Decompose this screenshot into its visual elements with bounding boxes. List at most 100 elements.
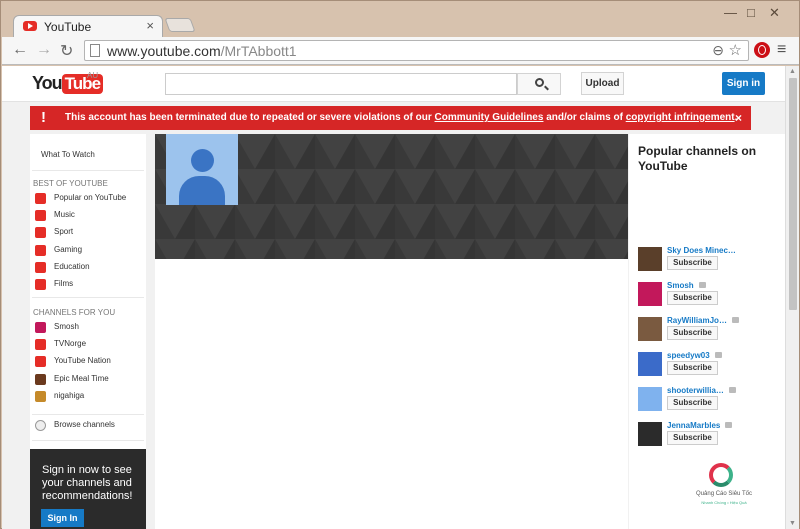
channel-name-text: RayWilliamJo… <box>667 316 727 325</box>
forward-icon[interactable]: → <box>36 41 52 59</box>
scrollbar[interactable]: ▲ ▼ <box>785 66 799 529</box>
what-to-watch-link[interactable]: What To Watch <box>41 150 95 159</box>
channel-avatar <box>166 134 238 205</box>
channel-name-text: speedyw03 <box>667 351 710 360</box>
alert-text-2: and/or claims of <box>543 112 626 123</box>
sidebar-item-music[interactable]: Music <box>33 208 145 224</box>
popular-channels-title: Popular channels on YouTube <box>638 144 757 173</box>
sidebar-item-education[interactable]: Education <box>33 260 145 276</box>
youtube-logo[interactable]: You Tube AU <box>32 71 104 94</box>
promo-sign-in-button[interactable]: Sign In <box>41 509 84 527</box>
channel-name[interactable]: Sky Does Minec… <box>667 246 736 255</box>
scroll-up-icon[interactable]: ▲ <box>789 68 796 75</box>
subscribe-button[interactable]: Subscribe <box>667 326 718 340</box>
tvnorge-icon <box>35 339 46 351</box>
sidebar-item-nigahiga[interactable]: nigahiga <box>33 389 145 405</box>
channel-thumbnail[interactable] <box>638 387 662 411</box>
alert-text-1: This account has been terminated due to … <box>65 112 435 123</box>
tab-youtube[interactable]: YouTube × <box>13 15 163 37</box>
verified-icon <box>714 352 722 358</box>
sidebar-item-label: Smosh <box>54 322 79 331</box>
divider <box>32 414 144 415</box>
alert-message: This account has been terminated due to … <box>65 106 737 130</box>
sidebar-item-gaming[interactable]: Gaming <box>33 243 145 259</box>
verified-icon <box>698 282 706 288</box>
subscribe-button[interactable]: Subscribe <box>667 256 718 270</box>
avatar-head-icon <box>191 149 214 172</box>
opera-extension-icon[interactable] <box>754 42 770 58</box>
popular-channel-item: shooterwillia… Subscribe <box>638 386 783 419</box>
sidebar-item-sport[interactable]: Sport <box>33 225 145 241</box>
sidebar-item-tvnorge[interactable]: TVNorge <box>33 337 145 353</box>
sidebar-item-label: Education <box>54 261 90 271</box>
alert-close-icon[interactable]: × <box>735 106 742 130</box>
search-button[interactable] <box>517 73 561 95</box>
browse-channels-label: Browse channels <box>54 420 115 429</box>
browse-channels-link[interactable]: Browse channels <box>33 418 145 434</box>
channel-name[interactable]: shooterwillia… <box>667 386 736 395</box>
channel-name[interactable]: JennaMarbles <box>667 421 733 430</box>
subscribe-button[interactable]: Subscribe <box>667 431 718 445</box>
channel-thumbnail[interactable] <box>638 317 662 341</box>
channel-thumbnail[interactable] <box>638 282 662 306</box>
channel-thumbnail[interactable] <box>638 247 662 271</box>
title-bar: YouTube × — □ ✕ <box>1 1 800 37</box>
subscribe-button[interactable]: Subscribe <box>667 361 718 375</box>
guide-sidebar: What To Watch BEST OF YOUTUBE Popular on… <box>30 134 146 529</box>
scrollbar-thumb[interactable] <box>789 78 797 310</box>
logo-you: You <box>32 73 63 93</box>
community-guidelines-link[interactable]: Community Guidelines <box>435 112 544 123</box>
channel-name[interactable]: RayWilliamJo… <box>667 316 739 325</box>
avatar-body-icon <box>179 176 225 205</box>
channel-main <box>155 134 628 529</box>
channel-thumbnail[interactable] <box>638 422 662 446</box>
youtube-nation-icon <box>35 356 46 368</box>
page-icon <box>90 44 100 57</box>
upload-button[interactable]: Upload <box>581 72 624 95</box>
epic-meal-time-icon <box>35 373 46 385</box>
sidebar-item-label: TVNorge <box>54 339 87 349</box>
termination-alert: ! This account has been terminated due t… <box>30 106 751 130</box>
tab-title: YouTube <box>44 20 92 34</box>
back-icon[interactable]: ← <box>12 41 28 59</box>
sidebar-item-popular-on-youtube[interactable]: Popular on YouTube <box>33 191 145 207</box>
subscribe-button[interactable]: Subscribe <box>667 291 718 305</box>
popular-channel-item: speedyw03 Subscribe <box>638 351 783 384</box>
sidebar-item-youtube-nation[interactable]: YouTube Nation <box>33 354 145 370</box>
maximize-icon[interactable]: □ <box>747 5 755 20</box>
browser-window: YouTube × — □ ✕ ← → ↻ www.youtube.com/Mr… <box>0 0 800 529</box>
close-window-icon[interactable]: ✕ <box>769 5 780 21</box>
sign-in-button[interactable]: Sign in <box>722 72 765 95</box>
copyright-link[interactable]: copyright infringement <box>626 112 735 123</box>
sidebar-item-epic-meal-time[interactable]: Epic Meal Time <box>33 372 145 388</box>
scroll-down-icon[interactable]: ▼ <box>789 520 796 527</box>
sport-icon <box>35 227 46 239</box>
subscribe-button[interactable]: Subscribe <box>667 396 718 410</box>
url-host: www.youtube.com <box>107 43 221 59</box>
new-tab-button[interactable] <box>164 18 196 32</box>
menu-icon[interactable]: ≡ <box>777 41 786 59</box>
sign-in-promo: Sign in now to see your channels and rec… <box>30 449 146 529</box>
music-icon <box>35 210 46 222</box>
sidebar-item-films[interactable]: Films <box>33 277 145 293</box>
logo-region: AU <box>87 71 99 80</box>
divider <box>32 297 144 298</box>
nigahiga-icon <box>35 390 46 402</box>
popular-channel-item: RayWilliamJo… Subscribe <box>638 316 783 349</box>
zoom-icon[interactable]: ⊖ <box>712 42 724 59</box>
bookmark-star-icon[interactable]: ☆ <box>729 41 742 59</box>
alert-icon: ! <box>41 109 46 126</box>
minimize-icon[interactable]: — <box>724 5 737 20</box>
search-input[interactable] <box>165 73 517 95</box>
url-text[interactable]: www.youtube.com/MrTAbbott1 <box>107 43 297 59</box>
sidebar-item-smosh[interactable]: Smosh <box>33 320 145 336</box>
channel-name[interactable]: speedyw03 <box>667 351 722 360</box>
divider <box>32 170 144 171</box>
reload-icon[interactable]: ↻ <box>60 41 73 61</box>
channel-name[interactable]: Smosh <box>667 281 706 290</box>
channel-thumbnail[interactable] <box>638 352 662 376</box>
tab-close-icon[interactable]: × <box>146 18 154 33</box>
channel-banner <box>155 134 628 259</box>
sidebar-item-label: Music <box>54 210 75 220</box>
address-bar[interactable]: www.youtube.com/MrTAbbott1 ⊖ ☆ <box>84 40 749 61</box>
